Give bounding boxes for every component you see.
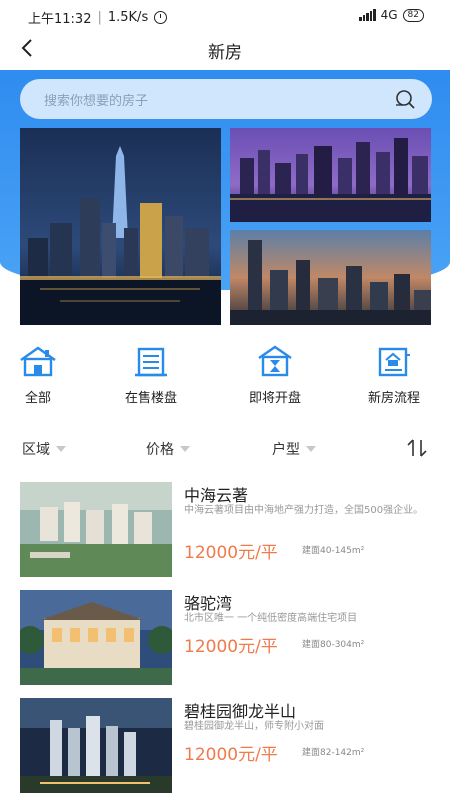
banner-image-purple-skyline[interactable] — [230, 128, 431, 222]
category-all[interactable]: 全部 — [0, 345, 83, 406]
listing-thumbnail — [20, 482, 172, 577]
listing-thumbnail — [20, 590, 172, 685]
listing-item[interactable]: 骆驼湾 北市区唯一 一个纯低密度高端住宅项目 12000元/平 建面80-304… — [20, 590, 432, 685]
category-row: 全部 在售楼盘 即将开盘 新房流程 — [0, 345, 450, 415]
category-process-label: 新房流程 — [367, 391, 420, 406]
hourglass-house-icon — [258, 345, 292, 377]
search-placeholder: 搜索你想要的房子 — [44, 94, 149, 109]
listing-area: 建面40-145m² — [302, 546, 365, 556]
category-all-label: 全部 — [24, 391, 51, 406]
search-icon[interactable] — [394, 88, 416, 110]
banner-image-sunset-skyline[interactable] — [230, 230, 431, 325]
listing-description: 碧桂园御龙半山，师专附小对面 — [184, 721, 324, 732]
listing-price: 12000元/平 — [184, 543, 278, 563]
home-icon — [20, 346, 56, 377]
filter-layout[interactable]: 户型 — [272, 439, 316, 459]
listing-name: 骆驼湾 — [184, 594, 233, 613]
listing-item[interactable]: 碧桂园御龙半山 碧桂园御龙半山，师专附小对面 12000元/平 建面82-142… — [20, 698, 432, 793]
filter-price[interactable]: 价格 — [146, 439, 190, 459]
category-on-sale-label: 在售楼盘 — [124, 391, 177, 406]
alarm-icon — [154, 11, 168, 24]
search-bar[interactable]: 搜索你想要的房子 — [20, 79, 432, 119]
filter-bar: 区域 价格 户型 — [0, 435, 450, 463]
category-process[interactable]: 新房流程 — [349, 345, 439, 406]
banner-image-night-skyline[interactable] — [20, 128, 221, 325]
dropdown-arrow-icon — [56, 446, 66, 452]
status-right: 4G 82 — [359, 8, 424, 22]
listing-description: 中海云著项目由中海地产强力打造，全国500强企业。 — [184, 505, 424, 516]
status-time: 上午11:32 — [28, 12, 92, 27]
category-coming-soon-label: 即将开盘 — [248, 391, 301, 406]
signal-icon — [359, 9, 376, 21]
dropdown-arrow-icon — [180, 446, 190, 452]
listing-price: 12000元/平 — [184, 745, 278, 765]
category-coming-soon[interactable]: 即将开盘 — [230, 345, 320, 406]
filter-region-label: 区域 — [22, 442, 50, 458]
listing-name: 碧桂园御龙半山 — [184, 702, 297, 721]
listing-item[interactable]: 中海云著 中海云著项目由中海地产强力打造，全国500强企业。 12000元/平 … — [20, 482, 432, 577]
network-type: 4G — [380, 8, 398, 22]
building-icon — [135, 347, 167, 377]
status-bar: 上午11:32 | 1.5K/s 4G 82 — [0, 0, 450, 30]
dropdown-arrow-icon — [306, 446, 316, 452]
page-title: 新房 — [208, 43, 242, 63]
status-left: 上午11:32 | 1.5K/s — [28, 8, 168, 27]
listing-thumbnail — [20, 698, 172, 793]
battery-icon: 82 — [402, 8, 424, 22]
status-separator: | — [97, 10, 102, 25]
filter-region[interactable]: 区域 — [22, 439, 66, 459]
header: 新房 — [0, 30, 450, 70]
category-on-sale[interactable]: 在售楼盘 — [106, 345, 196, 406]
document-house-icon — [378, 347, 410, 377]
listing-area: 建面80-304m² — [302, 640, 365, 650]
filter-layout-label: 户型 — [272, 442, 300, 458]
listing-price: 12000元/平 — [184, 637, 278, 657]
listing-area: 建面82-142m² — [302, 748, 365, 758]
listing-name: 中海云著 — [184, 486, 249, 505]
filter-price-label: 价格 — [146, 442, 174, 458]
sort-icon[interactable] — [406, 437, 428, 459]
status-speed: 1.5K/s — [107, 10, 149, 25]
listing-description: 北市区唯一 一个纯低密度高端住宅项目 — [184, 613, 358, 624]
